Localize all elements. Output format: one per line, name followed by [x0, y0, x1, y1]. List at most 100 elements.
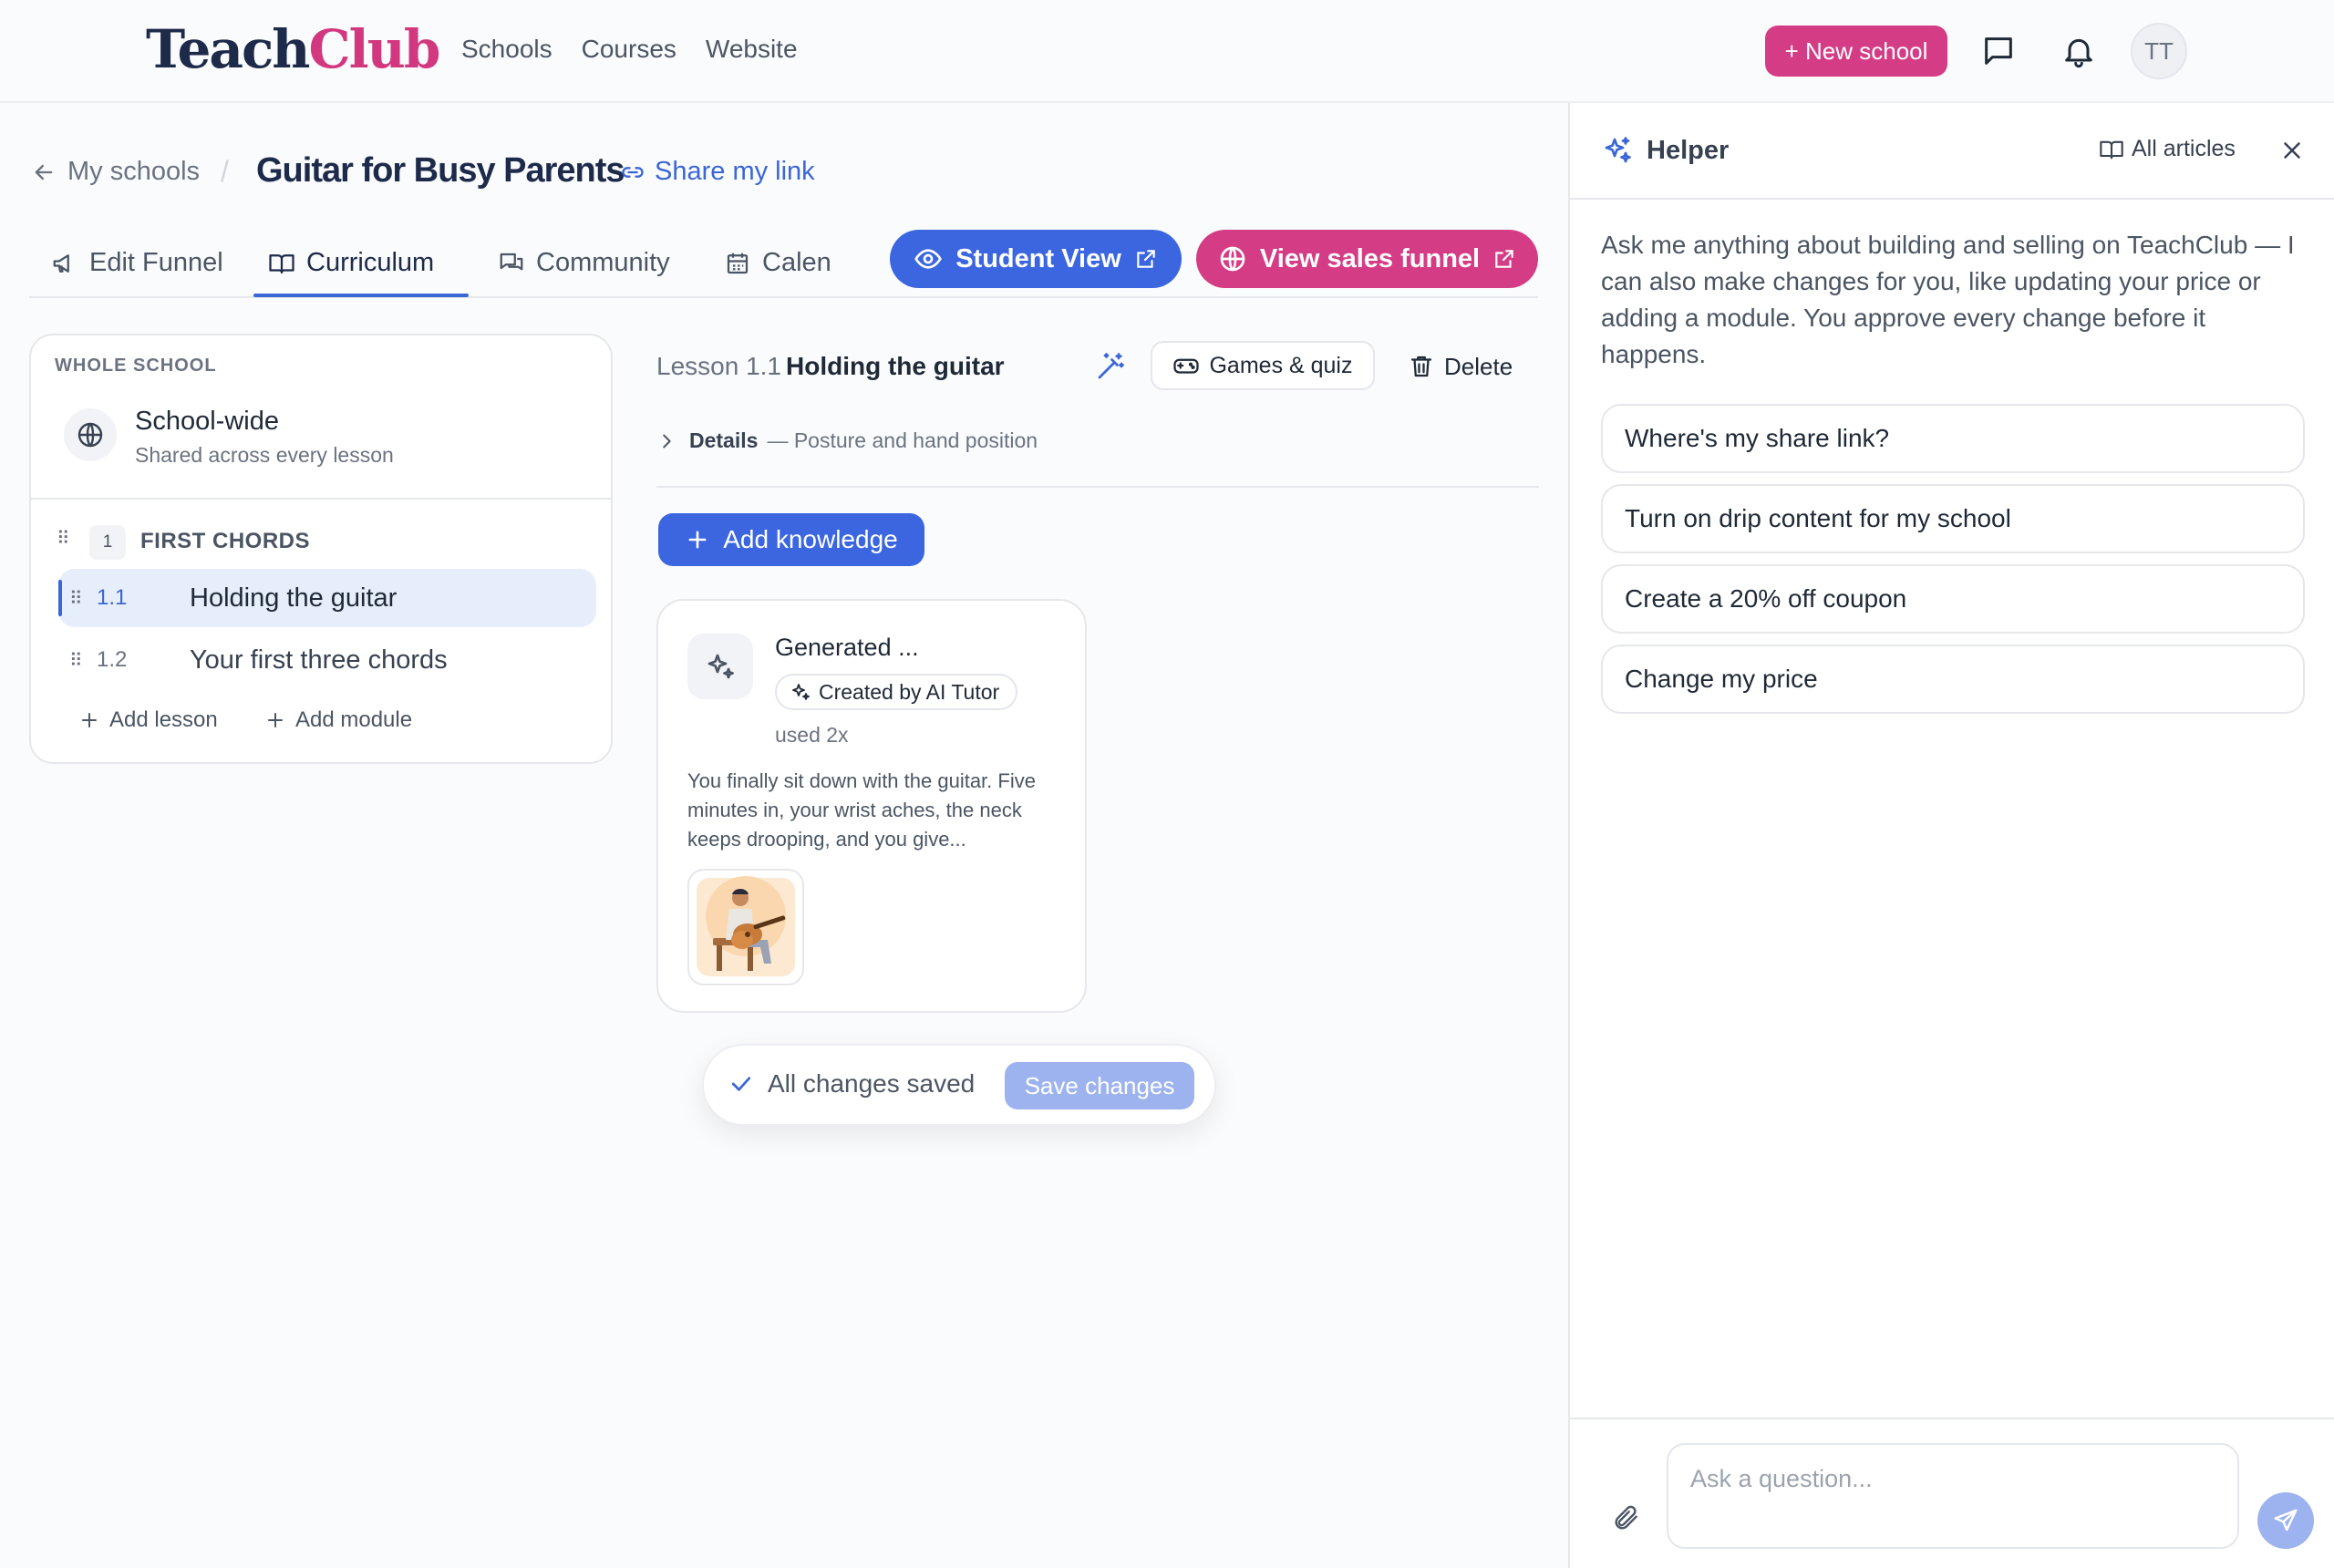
module-title[interactable]: FIRST CHORDS	[140, 529, 310, 554]
teachclub-logo[interactable]: TeachClub	[146, 18, 440, 80]
tab-curriculum[interactable]: Curriculum	[268, 228, 434, 298]
globe-icon	[64, 408, 117, 461]
arrow-left-icon	[35, 164, 53, 180]
drag-handle-icon[interactable]: ⠿	[69, 587, 83, 610]
magic-wand-icon[interactable]	[1094, 350, 1127, 387]
checkmark-icon	[731, 1077, 751, 1091]
book-open-icon	[269, 253, 294, 273]
helper-panel: Helper All articles Ask me anything abou…	[1568, 103, 2334, 1568]
send-button[interactable]	[2257, 1492, 2314, 1549]
school-wide-title[interactable]: School-wide	[135, 407, 279, 437]
tab-community[interactable]: Community	[498, 228, 670, 298]
add-lesson-button[interactable]: Add lesson	[78, 707, 218, 733]
whole-school-heading: WHOLE SCHOOL	[55, 356, 217, 376]
back-label: My schools	[67, 157, 201, 186]
megaphone-icon	[53, 253, 69, 273]
tab-calendar[interactable]: Calen	[724, 228, 870, 298]
nav-website[interactable]: Website	[706, 35, 798, 64]
games-quiz-button[interactable]: Games & quiz	[1151, 341, 1375, 390]
drag-handle-icon[interactable]: ⠿	[69, 649, 83, 672]
helper-header: Helper All articles	[1570, 103, 2334, 200]
back-to-my-schools[interactable]: My schools	[31, 157, 200, 187]
tab-edit-funnel[interactable]: Edit Funnel	[51, 228, 223, 298]
lesson-number: 1.2	[97, 647, 128, 672]
breadcrumb-separator: /	[221, 155, 229, 188]
add-lesson-label: Add lesson	[109, 707, 218, 732]
view-sales-funnel-button[interactable]: View sales funnel	[1196, 230, 1538, 288]
drag-handle-icon[interactable]: ⠿	[57, 527, 70, 550]
paperclip-icon[interactable]	[1606, 1498, 1647, 1538]
details-label: Details	[689, 428, 759, 452]
external-link-icon	[1495, 250, 1513, 268]
link-icon	[622, 166, 644, 178]
divider	[1570, 1418, 2334, 1419]
page-title: Guitar for Busy Parents	[256, 151, 625, 190]
logo-part-club: Club	[308, 18, 440, 80]
lesson-number-label: Lesson 1.1	[656, 352, 781, 380]
delete-lesson-button[interactable]: Delete	[1408, 346, 1513, 387]
lesson-title: Your first three chords	[190, 645, 448, 675]
active-tab-indicator	[253, 294, 469, 297]
plus-icon	[82, 713, 97, 727]
lesson-item-1-1[interactable]: ⠿ 1.1 Holding the guitar	[58, 569, 596, 627]
trash-icon	[1410, 356, 1432, 377]
lesson-details-toggle[interactable]: Details — Posture and hand position	[656, 428, 1038, 453]
lesson-title: Holding the guitar	[190, 583, 398, 613]
top-navigation: TeachClub Schools Courses Website + New …	[0, 0, 2334, 103]
plus-icon	[688, 531, 707, 549]
plus-icon	[268, 713, 283, 727]
lesson-item-1-2[interactable]: ⠿ 1.2 Your first three chords	[58, 631, 596, 689]
notifications-bell-icon[interactable]	[2057, 29, 2101, 73]
saved-status: All changes saved	[728, 1069, 975, 1099]
logo-part-teach: Teach	[146, 18, 310, 80]
delete-label: Delete	[1444, 352, 1513, 380]
saved-status-text: All changes saved	[768, 1069, 976, 1098]
suggestion-change-price[interactable]: Change my price	[1601, 645, 2305, 714]
helper-intro-text: Ask me anything about building and selli…	[1601, 231, 2295, 368]
all-articles-link[interactable]: All articles	[2099, 136, 2236, 162]
save-changes-button[interactable]: Save changes	[1005, 1062, 1194, 1109]
user-avatar[interactable]: TT	[2131, 23, 2187, 79]
helper-title-text: Helper	[1647, 135, 1730, 165]
add-knowledge-label: Add knowledge	[723, 525, 898, 553]
new-school-button[interactable]: + New school	[1765, 26, 1947, 77]
knowledge-title: Generated ...	[775, 634, 919, 661]
tab-edit-funnel-label: Edit Funnel	[89, 248, 223, 277]
helper-title: Helper	[1601, 134, 1729, 167]
divider	[656, 486, 1539, 488]
sparkles-icon	[687, 634, 753, 699]
tab-calendar-label: Calen	[762, 248, 831, 277]
add-knowledge-button[interactable]: Add knowledge	[658, 513, 924, 566]
tab-community-label: Community	[536, 248, 670, 277]
add-module-button[interactable]: Add module	[264, 707, 412, 733]
suggestion-drip-content[interactable]: Turn on drip content for my school	[1601, 484, 2305, 553]
suggestion-coupon[interactable]: Create a 20% off coupon	[1601, 564, 2305, 634]
divider	[31, 498, 611, 500]
module-number: 1	[89, 525, 126, 560]
school-wide-subtitle: Shared across every lesson	[135, 443, 394, 467]
close-icon[interactable]	[2272, 130, 2312, 170]
details-summary: — Posture and hand position	[767, 428, 1038, 452]
created-by-badge: Created by AI Tutor	[775, 674, 1018, 710]
external-link-icon	[1137, 250, 1155, 268]
suggestion-share-link[interactable]: Where's my share link?	[1601, 404, 2305, 473]
curriculum-outline: WHOLE SCHOOL School-wide Shared across e…	[29, 334, 613, 764]
student-view-button[interactable]: Student View	[890, 230, 1182, 288]
student-view-label: Student View	[955, 243, 1121, 273]
sparkles-icon	[792, 684, 810, 700]
book-open-icon	[2100, 140, 2123, 159]
games-quiz-label: Games & quiz	[1209, 352, 1353, 378]
nav-schools[interactable]: Schools	[461, 35, 553, 64]
guitar-illustration-thumbnail[interactable]	[687, 869, 804, 985]
share-label: Share my link	[655, 157, 815, 186]
messages-icon[interactable]	[1977, 29, 2020, 73]
knowledge-card[interactable]: Generated ... Created by AI Tutor used 2…	[656, 599, 1087, 1013]
lesson-title-heading[interactable]: Holding the guitar	[786, 352, 1005, 381]
nav-courses[interactable]: Courses	[582, 35, 676, 64]
chat-bubbles-icon	[500, 253, 523, 270]
share-my-link[interactable]: Share my link	[620, 157, 815, 187]
sparkles-icon	[1605, 137, 1631, 163]
ask-question-input[interactable]	[1667, 1443, 2239, 1549]
main-nav: Schools Courses Website	[461, 35, 798, 64]
sales-funnel-label: View sales funnel	[1259, 243, 1481, 273]
